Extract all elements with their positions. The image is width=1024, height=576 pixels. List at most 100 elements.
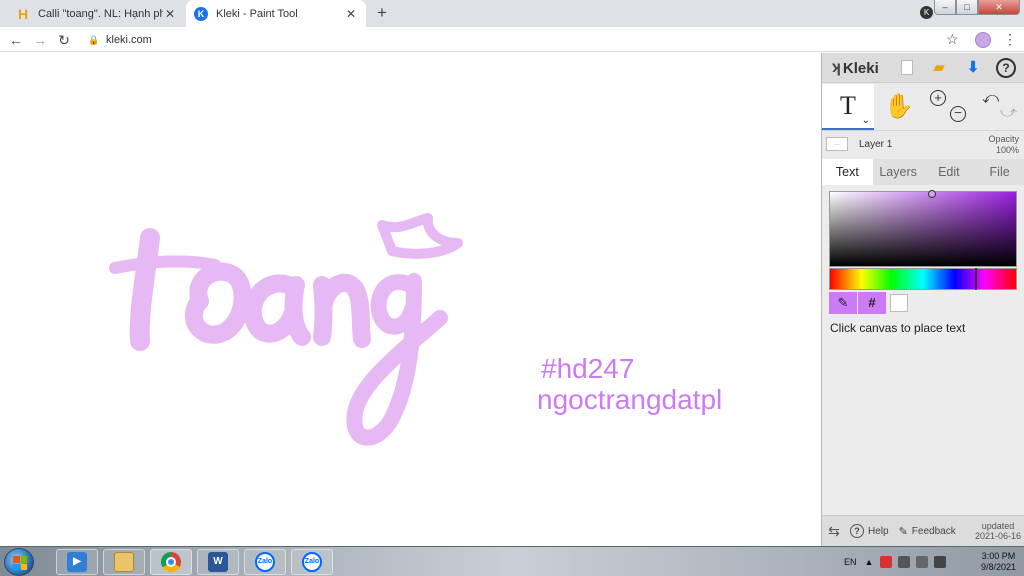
profile-avatar[interactable] (975, 32, 991, 48)
opacity-label: Opacity (988, 134, 1019, 144)
letter-o (184, 262, 252, 344)
color-tools-row: ✎ # (829, 292, 908, 314)
hashtag-text: #hd247 (541, 353, 635, 384)
tab-kleki[interactable]: K Kleki - Paint Tool ✕ (186, 0, 366, 27)
crown-accent (377, 213, 463, 259)
eyedropper-icon[interactable]: ✎ (829, 292, 857, 314)
antivirus-tray-icon[interactable] (880, 556, 893, 568)
text-tool-button[interactable]: T ⌄ (822, 84, 874, 130)
drawing-canvas[interactable]: #hd247 ngoctrangdatpl (0, 53, 821, 546)
reload-button[interactable]: ↻ (55, 31, 73, 49)
tab-file[interactable]: File (974, 159, 1024, 185)
taskbar-word[interactable]: W (197, 549, 239, 575)
word-icon: W (208, 552, 228, 572)
zoom-in-icon[interactable]: + (930, 90, 946, 106)
taskbar-clock[interactable]: 3:00 PM 9/8/2021 (981, 551, 1016, 573)
start-button[interactable] (4, 548, 34, 576)
hue-slider-handle[interactable] (975, 268, 977, 290)
layer-thumbnail: ... (826, 137, 848, 151)
panel-tabs: Text Layers Edit File (822, 159, 1024, 185)
kleki-footer: ⇆ ? Help ✎ Feedback updated 2021-06-16 (822, 515, 1024, 546)
tool-row: T ⌄ ✋ + − ⤺ ⤻ (822, 84, 1024, 130)
feedback-link[interactable]: ✎ Feedback (899, 525, 956, 538)
minimize-button[interactable]: – (934, 0, 956, 15)
text-tool-panel: ✎ # Click canvas to place text (822, 185, 1024, 515)
kleki-favicon-icon: K (194, 6, 208, 21)
kleki-logo[interactable]: ʞ Kleki (832, 59, 879, 77)
volume-tray-icon[interactable] (934, 556, 947, 568)
author-signature-text: ngoctrangdatpl (537, 384, 723, 415)
kleki-top-bar: ʞ Kleki ▰ ⬇ ? (822, 53, 1024, 83)
input-language[interactable]: EN (844, 557, 857, 567)
tab-calli-toang[interactable]: H Calli "toang". NL: Hạnh phúc nhấ ✕ (8, 0, 185, 27)
browser-tab-strip: H Calli "toang". NL: Hạnh phúc nhấ ✕ K K… (0, 0, 1024, 27)
clock-date: 9/8/2021 (980, 562, 1016, 572)
tab-text[interactable]: Text (822, 159, 873, 185)
taskbar-file-explorer[interactable] (103, 549, 145, 575)
zalo-icon: Zalo (255, 552, 275, 572)
letter-t-stem (129, 228, 160, 351)
help-link[interactable]: ? Help (850, 524, 889, 538)
tray-expand-icon[interactable]: ▲ (865, 557, 874, 567)
tab-edit[interactable]: Edit (924, 159, 975, 185)
zoom-out-icon[interactable]: − (950, 106, 966, 122)
taskbar-media-player[interactable]: ▶ (56, 549, 98, 575)
site-favicon-icon: H (17, 5, 29, 22)
color-picker-cursor[interactable] (928, 190, 936, 198)
hex-input-button[interactable]: # (858, 292, 886, 314)
kleki-sidebar: ʞ Kleki ▰ ⬇ ? T ⌄ ✋ + − ⤺ ⤻ ... Layer 1 … (821, 53, 1024, 546)
window-close-button[interactable]: ✕ (978, 0, 1020, 15)
letter-t-cross (109, 255, 221, 274)
swap-sides-icon[interactable]: ⇆ (822, 523, 846, 540)
maximize-button[interactable]: □ (956, 0, 978, 15)
tab-close-icon[interactable]: ✕ (344, 7, 358, 21)
help-icon[interactable]: ? (996, 58, 1016, 78)
chrome-profile-menu-icon[interactable]: K (920, 6, 933, 19)
zalo-icon: Zalo (302, 552, 322, 572)
back-button[interactable]: ← (7, 31, 25, 49)
updated-info: updated 2021-06-16 (975, 521, 1021, 541)
download-icon[interactable]: ⬇ (962, 57, 984, 79)
open-folder-icon[interactable]: ▰ (928, 57, 950, 79)
folder-icon (114, 552, 134, 572)
browser-menu-icon[interactable]: ⋮ (1003, 31, 1017, 48)
new-tab-button[interactable]: + (372, 3, 392, 23)
taskbar-zalo[interactable]: Zalo (244, 549, 286, 575)
kleki-brand-name: Kleki (842, 59, 879, 77)
tool-dropdown-caret-icon[interactable]: ⌄ (862, 116, 870, 126)
layer-name: Layer 1 (859, 139, 893, 150)
media-player-icon: ▶ (67, 552, 87, 572)
hue-slider[interactable] (829, 268, 1017, 290)
new-image-icon[interactable] (896, 57, 918, 79)
help-label: Help (868, 525, 889, 537)
clock-time: 3:00 PM (981, 551, 1016, 561)
taskbar-zalo-2[interactable]: Zalo (291, 549, 333, 575)
secondary-color-swatch[interactable] (890, 294, 908, 312)
tab-title: Kleki - Paint Tool (216, 7, 298, 20)
feedback-pen-icon: ✎ (898, 525, 908, 538)
layer-preview-row[interactable]: ... Layer 1 Opacity 100% (822, 130, 1024, 158)
url-text: kleki.com (106, 34, 152, 46)
lock-icon: 🔒 (88, 34, 100, 45)
hand-tool-icon[interactable]: ✋ (884, 92, 914, 121)
device-tray-icon[interactable] (898, 556, 911, 568)
text-tool-hint: Click canvas to place text (830, 321, 966, 335)
address-toolbar: ← → ↻ 🔒 kleki.com ☆ ⋮ (0, 27, 1024, 52)
bookmark-star-icon[interactable]: ☆ (946, 31, 959, 48)
network-tray-icon[interactable] (916, 556, 929, 568)
redo-icon[interactable]: ⤻ (1000, 104, 1017, 122)
windows-taskbar: ▶ W Zalo Zalo EN ▲ 3:00 PM 9/8/2021 (0, 546, 1024, 576)
layer-opacity: Opacity 100% (988, 134, 1019, 156)
undo-icon[interactable]: ⤺ (982, 90, 999, 108)
help-circle-icon: ? (850, 524, 864, 538)
letter-a (243, 274, 311, 346)
tab-close-icon[interactable]: ✕ (163, 7, 177, 21)
url-field[interactable]: 🔒 kleki.com (88, 31, 152, 49)
updated-label: updated (981, 521, 1015, 531)
taskbar-chrome[interactable] (150, 549, 192, 575)
letter-n (313, 273, 371, 348)
saturation-value-picker[interactable] (829, 190, 1017, 267)
tab-layers[interactable]: Layers (873, 159, 924, 185)
forward-button[interactable]: → (31, 31, 49, 49)
kleki-logo-icon: ʞ (832, 59, 841, 76)
